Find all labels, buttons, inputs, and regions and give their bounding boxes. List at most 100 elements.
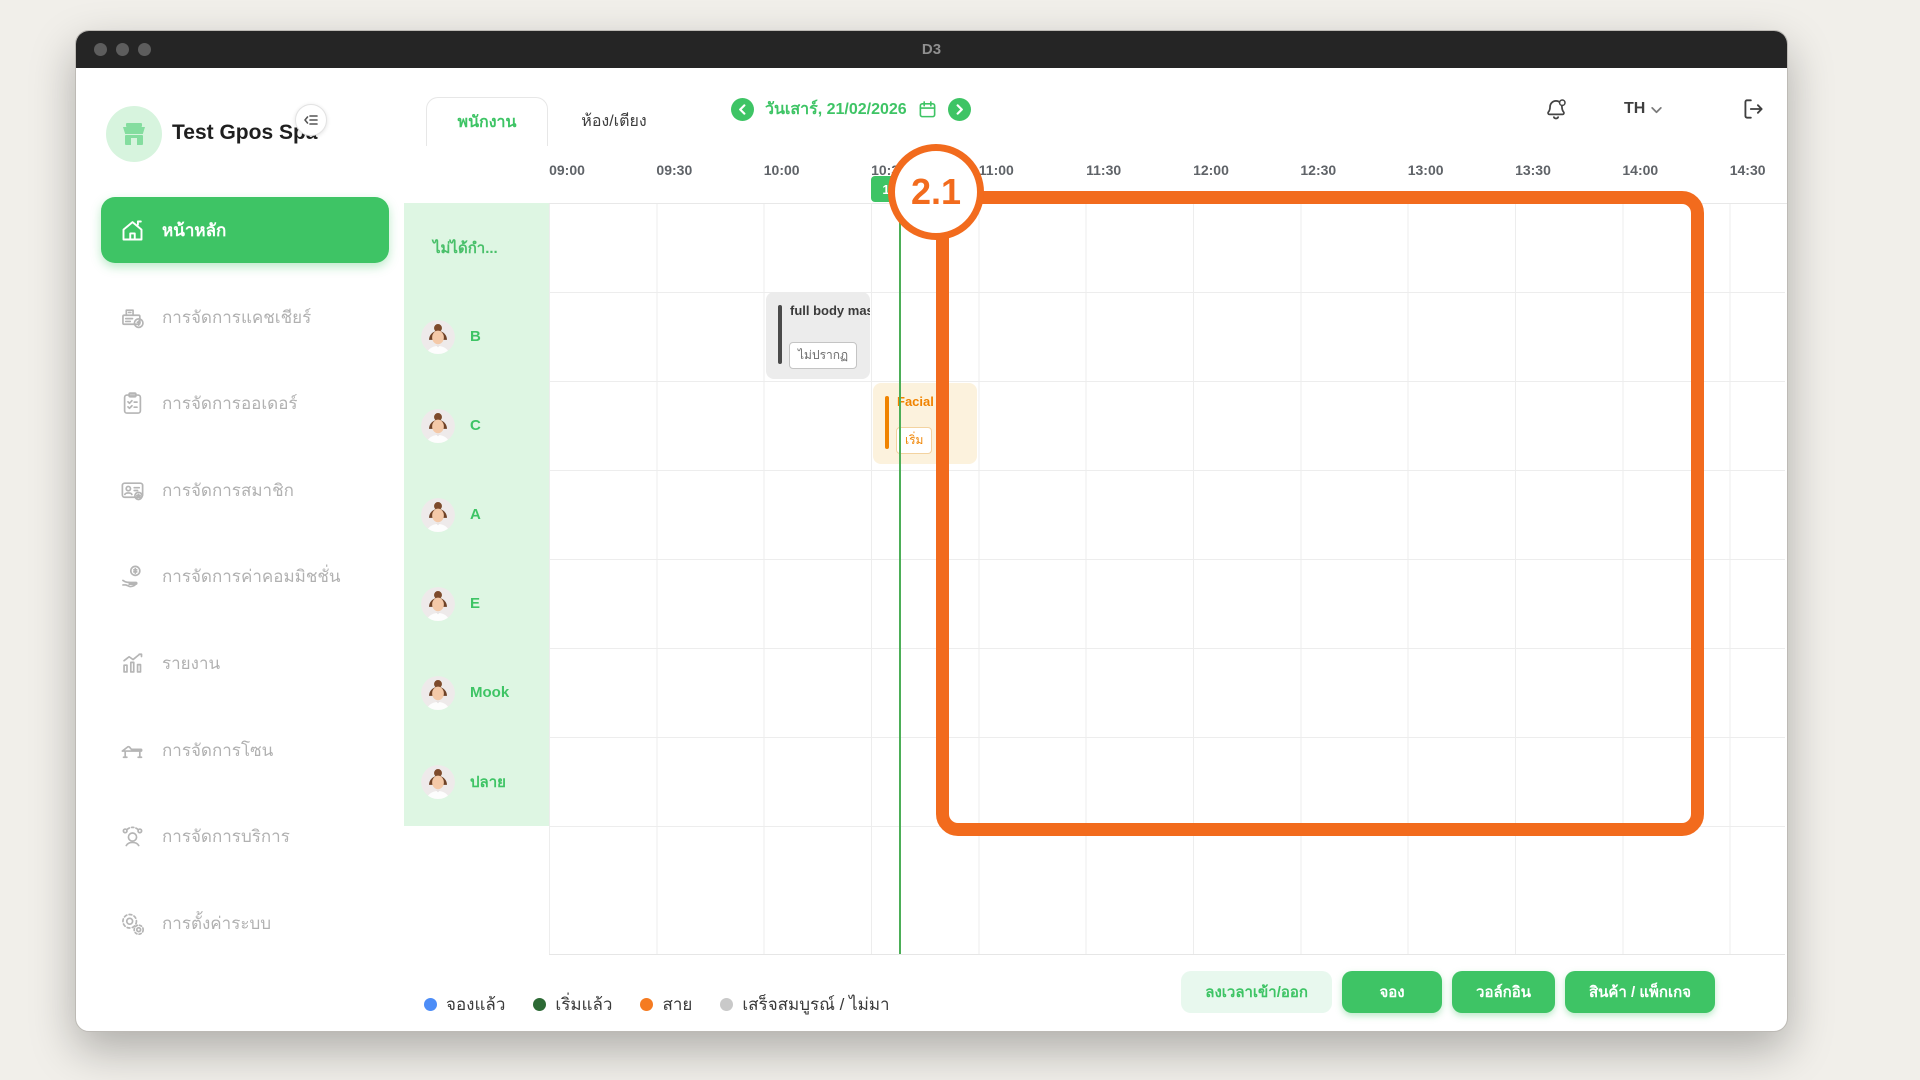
collapse-menu-icon (303, 112, 319, 128)
current-time-line (899, 203, 901, 954)
chevron-down-icon (1650, 103, 1663, 116)
appointment-status-chip[interactable]: ไม่ปรากฏ (789, 342, 857, 369)
legend-dot (640, 998, 653, 1011)
staff-row[interactable]: B (404, 292, 549, 381)
staff-name: C (470, 417, 481, 434)
zone-icon (118, 736, 146, 764)
appointment-block[interactable]: full body mas ไม่ปรากฏ (766, 292, 870, 379)
sidebar-item-label: การจัดการค่าคอมมิชชั่น (162, 563, 341, 590)
orders-icon (118, 389, 146, 417)
sidebar-item-commission[interactable]: การจัดการค่าคอมมิชชั่น (101, 543, 389, 609)
window-titlebar: D3 (76, 31, 1787, 68)
staff-avatar (421, 498, 455, 532)
time-label: 12:00 (1193, 162, 1229, 178)
staff-row[interactable]: ปลาย (404, 737, 549, 826)
sidebar-item-label: การจัดการออเดอร์ (162, 390, 298, 417)
store-logo (106, 106, 162, 162)
appointment-status-bar (778, 305, 782, 364)
time-label: 14:00 (1622, 162, 1658, 178)
logout-icon (1740, 96, 1766, 122)
logout-button[interactable] (1740, 89, 1766, 129)
home-icon (118, 216, 146, 244)
desktop-background: D3 Test Gpos Spa (0, 0, 1920, 1080)
staff-column: ไม่ได้กำ... B C A E Mook ปลาย (404, 203, 549, 826)
legend-item: เริ่มแล้ว (533, 991, 612, 1018)
tab-staff[interactable]: พนักงาน (426, 97, 548, 146)
sidebar-item-label: รายงาน (162, 650, 220, 677)
appointment-title: full body mas (790, 303, 870, 318)
sidebar-item-services[interactable]: การจัดการบริการ (101, 803, 389, 869)
cashier-icon (118, 303, 146, 331)
legend-dot (424, 998, 437, 1011)
notifications-button[interactable] (1543, 89, 1569, 129)
sidebar-item-reports[interactable]: รายงาน (101, 630, 389, 696)
staff-name: E (470, 595, 480, 612)
time-label: 13:00 (1408, 162, 1444, 178)
sidebar-item-label: การจัดการสมาชิก (162, 477, 294, 504)
time-label: 09:00 (549, 162, 585, 178)
staff-row[interactable]: ไม่ได้กำ... (404, 203, 549, 292)
staff-name: ไม่ได้กำ... (433, 236, 498, 260)
reports-icon (118, 649, 146, 677)
current-date-label[interactable]: วันเสาร์, 21/02/2026 (765, 97, 907, 122)
sidebar-item-members[interactable]: การจัดการสมาชิก (101, 457, 389, 523)
sidebar-item-settings[interactable]: การตั้งค่าระบบ (101, 890, 389, 956)
staff-avatar (421, 587, 455, 621)
chevron-right-icon (954, 104, 965, 115)
previous-day-button[interactable] (731, 98, 754, 121)
legend-dot (533, 998, 546, 1011)
action-button[interactable]: วอล์กอิน (1452, 971, 1555, 1013)
legend-dot (720, 998, 733, 1011)
staff-avatar (421, 320, 455, 354)
time-label: 09:30 (656, 162, 692, 178)
time-label: 12:30 (1300, 162, 1336, 178)
calendar-icon[interactable] (918, 100, 937, 119)
sidebar-item-cashier[interactable]: การจัดการแคชเชียร์ (101, 284, 389, 350)
language-label: TH (1624, 100, 1645, 118)
settings-icon (118, 909, 146, 937)
staff-row[interactable]: Mook (404, 648, 549, 737)
collapse-sidebar-button[interactable] (295, 104, 327, 136)
appointment-title: Facial (897, 394, 934, 409)
staff-avatar (421, 409, 455, 443)
status-legend: จองแล้ว เริ่มแล้ว สาย เสร็จสมบูรณ์ / ไม่… (424, 987, 890, 1021)
sidebar-item-orders[interactable]: การจัดการออเดอร์ (101, 370, 389, 436)
action-button[interactable]: จอง (1342, 971, 1442, 1013)
staff-avatar (421, 676, 455, 710)
sidebar-item-label: การจัดการโซน (162, 737, 273, 764)
time-label: 13:30 (1515, 162, 1551, 178)
footer-actions: ลงเวลาเข้า/ออกจองวอล์กอินสินค้า / แพ็กเก… (1181, 971, 1715, 1013)
staff-name: Mook (470, 684, 509, 701)
appointment-status-chip[interactable]: เริ่ม (896, 427, 932, 454)
language-selector[interactable]: TH (1624, 89, 1663, 129)
sidebar-item-label: การจัดการแคชเชียร์ (162, 304, 311, 331)
date-navigation: วันเสาร์, 21/02/2026 (731, 89, 971, 129)
sidebar-item-label: หน้าหลัก (162, 217, 226, 244)
time-label: 11:30 (1086, 162, 1121, 178)
annotation-rectangle (936, 191, 1704, 836)
staff-name: ปลาย (470, 770, 506, 794)
action-button[interactable]: ลงเวลาเข้า/ออก (1181, 971, 1332, 1013)
staff-row[interactable]: A (404, 470, 549, 559)
annotation-step-label: 2.1 (888, 144, 984, 240)
next-day-button[interactable] (948, 98, 971, 121)
time-label: 11:00 (979, 162, 1014, 178)
staff-name: A (470, 506, 481, 523)
view-tabbar: พนักงาน ห้อง/เตียง (404, 68, 1787, 145)
staff-avatar (421, 765, 455, 799)
sidebar-item-zone[interactable]: การจัดการโซน (101, 717, 389, 783)
staff-row[interactable]: C (404, 381, 549, 470)
window-title: D3 (76, 41, 1787, 58)
legend-item: เสร็จสมบูรณ์ / ไม่มา (720, 991, 889, 1018)
legend-item: สาย (640, 991, 692, 1018)
action-button[interactable]: สินค้า / แพ็กเกจ (1565, 971, 1715, 1013)
sidebar-item-home[interactable]: หน้าหลัก (101, 197, 389, 263)
appointment-status-bar (885, 396, 889, 449)
chevron-left-icon (737, 104, 748, 115)
staff-name: B (470, 328, 481, 345)
members-icon (118, 476, 146, 504)
staff-row[interactable]: E (404, 559, 549, 648)
time-label: 10:00 (764, 162, 800, 178)
services-icon (118, 822, 146, 850)
tab-rooms-beds[interactable]: ห้อง/เตียง (554, 97, 674, 145)
